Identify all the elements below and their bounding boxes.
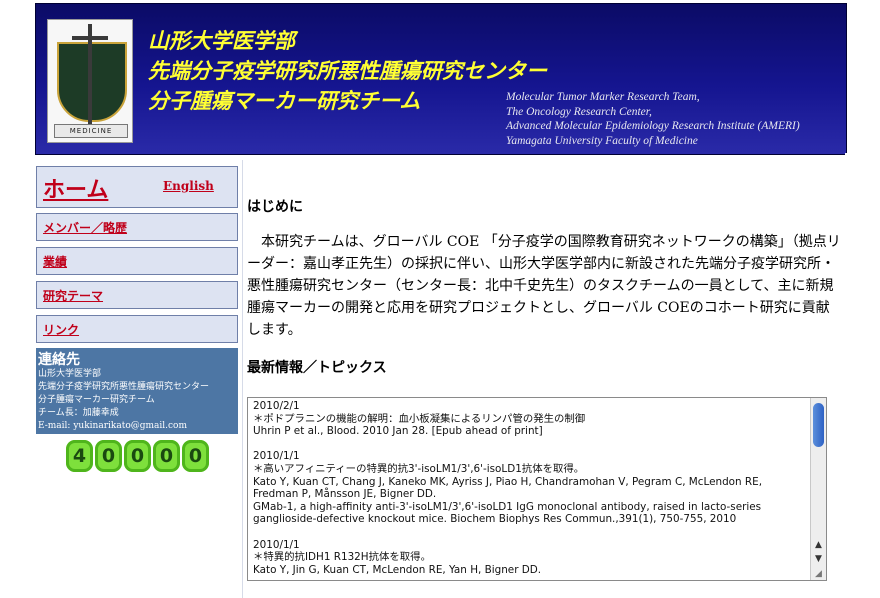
nav-achievements-link[interactable]: 業績 bbox=[43, 253, 67, 270]
counter-digit: 0 bbox=[182, 440, 209, 472]
counter-digit: 0 bbox=[153, 440, 180, 472]
contact-heading: 連絡先 bbox=[38, 352, 80, 368]
scroll-down-arrow-icon[interactable]: ▼ bbox=[811, 552, 826, 566]
nav-item-research: 研究テーマ bbox=[36, 281, 238, 309]
contact-line: 分子腫瘍マーカー研究チーム bbox=[38, 395, 155, 405]
counter-digit: 0 bbox=[95, 440, 122, 472]
site-title-en: Molecular Tumor Marker Research Team, Th… bbox=[506, 90, 800, 148]
logo-crossbar bbox=[72, 36, 108, 40]
resize-grip-icon[interactable]: ◢ bbox=[815, 569, 825, 579]
logo-shield bbox=[57, 42, 127, 122]
main-content: はじめに 本研究チームは、グローバル COE 「分子疫学の国際教育研究ネットワー… bbox=[242, 160, 846, 598]
title-line-faculty: 山形大学医学部 bbox=[148, 29, 295, 53]
logo-ribbon: MEDICINE bbox=[54, 124, 128, 138]
page-margin-right bbox=[845, 153, 880, 598]
contact-line: チーム長：加藤幸成 bbox=[38, 408, 119, 418]
scrollbar-thumb[interactable] bbox=[813, 403, 824, 447]
nav-links-link[interactable]: リンク bbox=[43, 321, 79, 338]
nav-item-members: メンバー／略歴 bbox=[36, 213, 238, 241]
university-logo: MEDICINE bbox=[47, 19, 133, 143]
news-textarea[interactable]: 2010/2/1 ＊ポドプラニンの機能の解明：血小板凝集によるリンパ管の発生の制… bbox=[247, 397, 827, 581]
contact-line: 先端分子疫学研究所悪性腫瘍研究センター bbox=[38, 382, 210, 392]
intro-heading: はじめに bbox=[247, 199, 303, 215]
scroll-up-arrow-icon[interactable]: ▲ bbox=[811, 538, 826, 552]
intro-paragraph: 本研究チームは、グローバル COE 「分子疫学の国際教育研究ネットワークの構築」… bbox=[247, 234, 841, 338]
nav-home-box: ホーム English bbox=[36, 166, 238, 208]
en-line-institute: Advanced Molecular Epidemiology Research… bbox=[506, 120, 800, 132]
contact-line: 山形大学医学部 bbox=[38, 369, 102, 379]
header-banner: MEDICINE 山形大学医学部 先端分子疫学研究所悪性腫瘍研究センター 分子腫… bbox=[35, 3, 847, 155]
news-scrollbar[interactable]: ▲ ▼ bbox=[810, 398, 826, 580]
contact-box: 連絡先 山形大学医学部 先端分子疫学研究所悪性腫瘍研究センター 分子腫瘍マーカー… bbox=[36, 348, 238, 434]
page-margin bbox=[0, 0, 35, 598]
nav-english-link[interactable]: English bbox=[163, 179, 214, 193]
nav-research-link[interactable]: 研究テーマ bbox=[43, 287, 103, 304]
news-heading: 最新情報／トピックス bbox=[247, 360, 387, 376]
nav-item-links: リンク bbox=[36, 315, 238, 343]
nav-members-link[interactable]: メンバー／略歴 bbox=[43, 219, 127, 236]
en-line-center: The Oncology Research Center, bbox=[506, 105, 652, 118]
en-line-team: Molecular Tumor Marker Research Team, bbox=[506, 91, 700, 103]
counter-digit: 0 bbox=[124, 440, 151, 472]
en-line-university: Yamagata University Faculty of Medicine bbox=[506, 134, 698, 147]
counter-digit: 4 bbox=[66, 440, 93, 472]
contact-email: E-mail: yukinarikato@gmail.com bbox=[38, 421, 188, 431]
news-content: 2010/2/1 ＊ポドプラニンの機能の解明：血小板凝集によるリンパ管の発生の制… bbox=[253, 400, 763, 576]
nav-item-achievements: 業績 bbox=[36, 247, 238, 275]
visitor-counter: 4 0 0 0 0 bbox=[66, 440, 209, 472]
site-title-jp: 山形大学医学部 先端分子疫学研究所悪性腫瘍研究センター 分子腫瘍マーカー研究チー… bbox=[148, 26, 547, 116]
nav-home-link[interactable]: ホーム bbox=[43, 172, 108, 204]
title-line-team: 分子腫瘍マーカー研究チーム bbox=[148, 89, 421, 113]
title-line-center: 先端分子疫学研究所悪性腫瘍研究センター bbox=[148, 59, 547, 83]
